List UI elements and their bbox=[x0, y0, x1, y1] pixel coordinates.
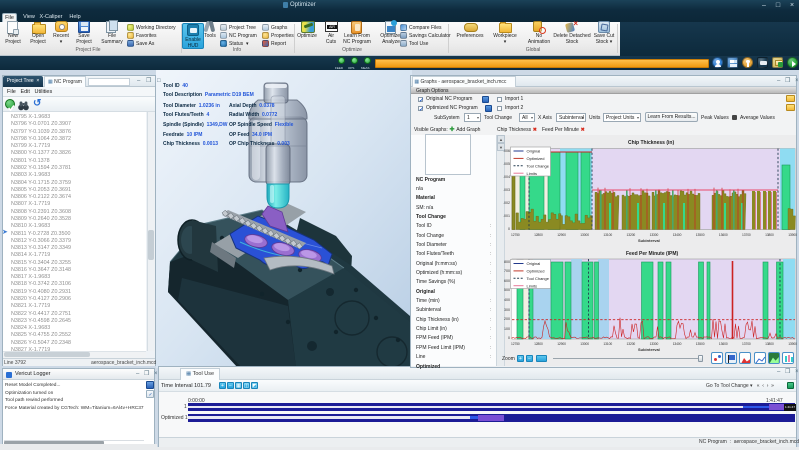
svg-text:Original: Original bbox=[527, 149, 541, 154]
svg-text:Limits: Limits bbox=[527, 283, 537, 288]
svg-text:Optimized: Optimized bbox=[527, 269, 545, 274]
svg-text:Optimized: Optimized bbox=[527, 156, 545, 161]
svg-text:Original: Original bbox=[527, 261, 541, 266]
svg-text:Tool Change: Tool Change bbox=[527, 276, 550, 281]
svg-text:Limits: Limits bbox=[527, 171, 537, 176]
svg-text:Tool Change: Tool Change bbox=[527, 163, 550, 168]
